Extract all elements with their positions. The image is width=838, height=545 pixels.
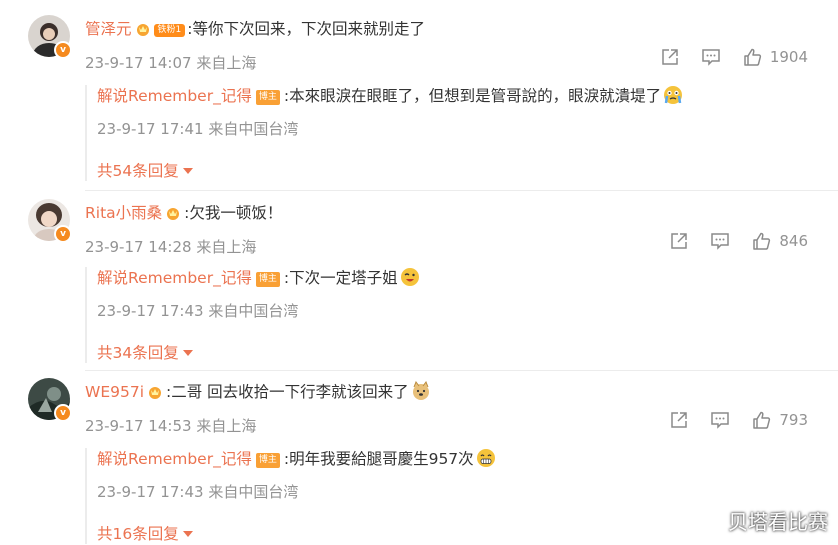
caret-down-icon [182, 531, 193, 537]
reply-username[interactable]: 解说Remember_记得 [97, 87, 252, 105]
share-icon [671, 233, 688, 249]
share-button[interactable] [670, 232, 688, 250]
comment-time: 23-9-17 14:28 [85, 238, 192, 256]
comment-location: 来自上海 [196, 54, 257, 72]
more-replies-link[interactable]: 共16条回复 [97, 522, 787, 544]
more-replies-link[interactable]: 共34条回复 [97, 341, 787, 363]
reply-block: 解说Remember_记得 博主:明年我要給腿哥慶生957次 23-9-17 17… [85, 448, 787, 544]
thumbs-up-icon [744, 48, 761, 66]
host-badge: 博主 [255, 272, 280, 287]
comment-username[interactable]: Rita小雨桑 [85, 204, 162, 222]
verified-badge-icon: v [54, 225, 72, 243]
share-icon [671, 412, 688, 428]
crown-icon [149, 387, 162, 399]
thumbs-up-icon [753, 411, 771, 429]
reply-block: 解说Remember_记得 博主:本來眼淚在眼眶了，但想到是管哥說的，眼淚就潰堤了… [85, 85, 787, 181]
comment-text: :等你下次回来，下次回来就别走了 [187, 20, 425, 38]
reply-block: 解说Remember_记得 博主:下次一定塔子姐 23-9-17 17:43 来自… [85, 267, 787, 363]
more-replies-link[interactable]: 共54条回复 [97, 159, 787, 181]
host-badge: 博主 [255, 453, 280, 468]
reply-time: 23-9-17 17:41 [97, 120, 204, 138]
comment-location: 来自上海 [196, 238, 257, 256]
verified-badge-icon: v [54, 404, 72, 422]
crown-icon [167, 208, 180, 220]
comment-time: 23-9-17 14:07 [85, 54, 192, 72]
caret-down-icon [182, 350, 193, 356]
comment-time: 23-9-17 14:53 [85, 417, 192, 435]
like-button[interactable]: 846 [752, 232, 808, 250]
reply-location: 来自中国台湾 [208, 483, 299, 501]
watermark: 贝塔看比赛 [728, 510, 828, 534]
wink-emoji-icon [400, 268, 419, 286]
comment-button[interactable] [710, 411, 730, 429]
host-badge: 博主 [255, 90, 280, 105]
reply-username[interactable]: 解说Remember_记得 [97, 269, 252, 287]
doge-emoji-icon [412, 381, 429, 400]
grin-emoji-icon [476, 449, 495, 467]
avatar[interactable]: v [28, 15, 72, 59]
reply-time: 23-9-17 17:43 [97, 302, 204, 320]
like-count: 1904 [769, 48, 808, 66]
comment-username[interactable]: WE957i [85, 383, 144, 401]
like-count: 846 [779, 232, 808, 250]
reply-location: 来自中国台湾 [208, 302, 299, 320]
reply-text: :明年我要給腿哥慶生957次 [283, 450, 474, 468]
comment-button[interactable] [710, 232, 730, 250]
like-button[interactable]: 1904 [743, 48, 808, 66]
comment-text: :二哥 回去收拾一下行李就该回来了 [166, 383, 409, 401]
divider [85, 370, 838, 371]
verified-badge-icon: v [54, 41, 72, 59]
share-icon [662, 49, 678, 65]
share-button[interactable] [661, 48, 679, 66]
comment-location: 来自上海 [196, 417, 257, 435]
comment-text: :欠我一顿饭！ [184, 204, 283, 222]
crown-icon [136, 24, 149, 36]
reply-location: 来自中国台湾 [208, 120, 299, 138]
reply-time: 23-9-17 17:43 [97, 483, 204, 501]
caret-down-icon [182, 168, 193, 174]
like-button[interactable]: 793 [752, 411, 808, 429]
comment-icon [711, 412, 730, 429]
reply-text: :本來眼淚在眼眶了，但想到是管哥說的，眼淚就潰堤了 [283, 87, 662, 105]
comment-username[interactable]: 管泽元 [85, 20, 132, 38]
thumbs-up-icon [753, 232, 771, 250]
comment-icon [702, 49, 720, 66]
crying-emoji-icon [664, 86, 683, 104]
reply-text: :下次一定塔子姐 [283, 269, 398, 287]
reply-username[interactable]: 解说Remember_记得 [97, 450, 252, 468]
fan-badge: 铁粉1 [153, 24, 186, 37]
avatar[interactable]: v [28, 378, 72, 422]
share-button[interactable] [670, 411, 688, 429]
like-count: 793 [779, 411, 808, 429]
comment-button[interactable] [701, 48, 721, 66]
comment-icon [711, 233, 730, 250]
avatar[interactable]: v [28, 199, 72, 243]
divider [85, 190, 838, 191]
